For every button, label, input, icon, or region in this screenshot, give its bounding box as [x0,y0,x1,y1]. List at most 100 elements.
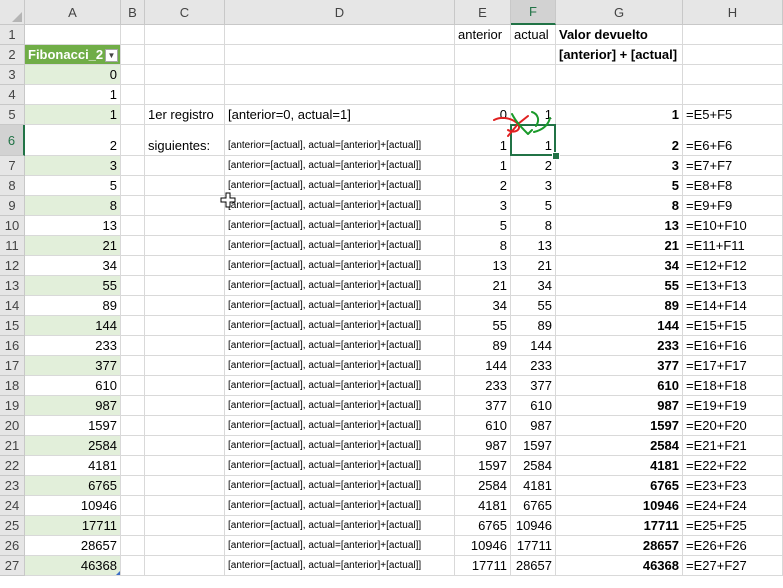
cell-c11[interactable] [145,236,225,256]
cell-g4[interactable] [556,85,683,105]
cell-f7[interactable]: 2 [511,156,556,176]
cell-f14[interactable]: 55 [511,296,556,316]
cell-g25[interactable]: 17711 [556,516,683,536]
cell-f18[interactable]: 377 [511,376,556,396]
cell-a3[interactable]: 0 [25,65,121,85]
cell-f2[interactable] [511,45,556,65]
row-header-4[interactable]: 4 [0,85,25,105]
cell-g20[interactable]: 1597 [556,416,683,436]
row-header-6[interactable]: 6 [0,125,25,156]
cell-a8[interactable]: 5 [25,176,121,196]
cell-b27[interactable] [121,556,145,576]
cell-e7[interactable]: 1 [455,156,511,176]
cell-c26[interactable] [145,536,225,556]
column-header-a[interactable]: A [25,0,121,25]
cell-e3[interactable] [455,65,511,85]
cell-f3[interactable] [511,65,556,85]
row-header-12[interactable]: 12 [0,256,25,276]
cell-d16[interactable]: [anterior=[actual], actual=[anterior]+[a… [225,336,455,356]
cell-d3[interactable] [225,65,455,85]
cell-h20[interactable]: =E20+F20 [683,416,783,436]
cell-d11[interactable]: [anterior=[actual], actual=[anterior]+[a… [225,236,455,256]
cell-e10[interactable]: 5 [455,216,511,236]
cell-g24[interactable]: 10946 [556,496,683,516]
cell-g22[interactable]: 4181 [556,456,683,476]
cell-h19[interactable]: =E19+F19 [683,396,783,416]
cell-f11[interactable]: 13 [511,236,556,256]
cell-h13[interactable]: =E13+F13 [683,276,783,296]
cell-h27[interactable]: =E27+F27 [683,556,783,576]
row-header-2[interactable]: 2 [0,45,25,65]
cell-h7[interactable]: =E7+F7 [683,156,783,176]
cell-g19[interactable]: 987 [556,396,683,416]
cell-h17[interactable]: =E17+F17 [683,356,783,376]
cell-f17[interactable]: 233 [511,356,556,376]
cell-f8[interactable]: 3 [511,176,556,196]
cell-a27[interactable]: 46368 [25,556,121,576]
cell-g16[interactable]: 233 [556,336,683,356]
cell-e17[interactable]: 144 [455,356,511,376]
cell-e2[interactable] [455,45,511,65]
cell-g3[interactable] [556,65,683,85]
cell-f1[interactable]: actual [511,25,556,45]
cell-f10[interactable]: 8 [511,216,556,236]
cell-h11[interactable]: =E11+F11 [683,236,783,256]
cell-b24[interactable] [121,496,145,516]
cell-c22[interactable] [145,456,225,476]
cell-d1[interactable] [225,25,455,45]
cell-b20[interactable] [121,416,145,436]
cell-e21[interactable]: 987 [455,436,511,456]
row-header-25[interactable]: 25 [0,516,25,536]
cell-d7[interactable]: [anterior=[actual], actual=[anterior]+[a… [225,156,455,176]
cell-f4[interactable] [511,85,556,105]
cell-g27[interactable]: 46368 [556,556,683,576]
cell-g12[interactable]: 34 [556,256,683,276]
row-header-21[interactable]: 21 [0,436,25,456]
cell-c9[interactable] [145,196,225,216]
cell-h26[interactable]: =E26+F26 [683,536,783,556]
cell-c8[interactable] [145,176,225,196]
cell-d4[interactable] [225,85,455,105]
cell-h1[interactable] [683,25,783,45]
cell-c12[interactable] [145,256,225,276]
cell-d17[interactable]: [anterior=[actual], actual=[anterior]+[a… [225,356,455,376]
cell-g10[interactable]: 13 [556,216,683,236]
cell-c7[interactable] [145,156,225,176]
row-header-13[interactable]: 13 [0,276,25,296]
cell-d19[interactable]: [anterior=[actual], actual=[anterior]+[a… [225,396,455,416]
cell-a9[interactable]: 8 [25,196,121,216]
row-header-24[interactable]: 24 [0,496,25,516]
cell-a25[interactable]: 17711 [25,516,121,536]
cell-h22[interactable]: =E22+F22 [683,456,783,476]
cell-c19[interactable] [145,396,225,416]
row-header-22[interactable]: 22 [0,456,25,476]
cell-f15[interactable]: 89 [511,316,556,336]
cell-a18[interactable]: 610 [25,376,121,396]
cell-f12[interactable]: 21 [511,256,556,276]
cell-b10[interactable] [121,216,145,236]
cell-f23[interactable]: 4181 [511,476,556,496]
cell-e11[interactable]: 8 [455,236,511,256]
cell-d6[interactable]: [anterior=[actual], actual=[anterior]+[a… [225,125,455,156]
row-header-10[interactable]: 10 [0,216,25,236]
cell-b6[interactable] [121,125,145,156]
cell-e24[interactable]: 4181 [455,496,511,516]
cell-d23[interactable]: [anterior=[actual], actual=[anterior]+[a… [225,476,455,496]
cell-f27[interactable]: 28657 [511,556,556,576]
cell-e19[interactable]: 377 [455,396,511,416]
select-all-corner[interactable] [0,0,25,25]
cell-d13[interactable]: [anterior=[actual], actual=[anterior]+[a… [225,276,455,296]
cell-e4[interactable] [455,85,511,105]
cell-g18[interactable]: 610 [556,376,683,396]
cell-c3[interactable] [145,65,225,85]
cell-c25[interactable] [145,516,225,536]
cell-g13[interactable]: 55 [556,276,683,296]
cell-b4[interactable] [121,85,145,105]
cell-a20[interactable]: 1597 [25,416,121,436]
fill-handle[interactable] [552,152,560,160]
cell-a11[interactable]: 21 [25,236,121,256]
cell-g15[interactable]: 144 [556,316,683,336]
cell-b16[interactable] [121,336,145,356]
cell-c2[interactable] [145,45,225,65]
cell-f19[interactable]: 610 [511,396,556,416]
